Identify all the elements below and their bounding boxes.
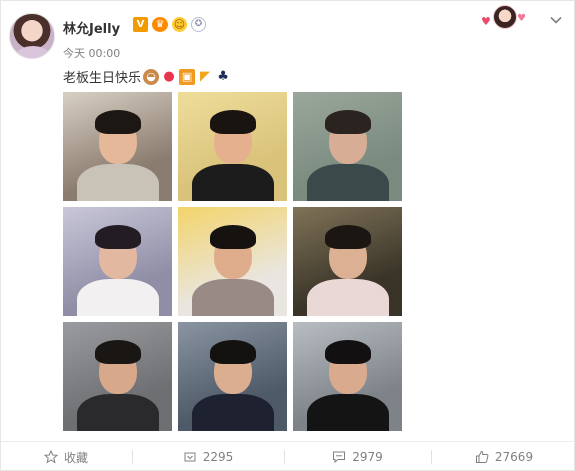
smile-icon[interactable]: ☺ [172, 17, 187, 32]
portrait-hair [95, 110, 141, 134]
repost-button[interactable]: 2295 [133, 442, 283, 471]
decoration-avatar [493, 5, 517, 29]
photo-6[interactable] [293, 207, 402, 316]
portrait-hair [325, 110, 371, 134]
favorite-button[interactable]: 收藏 [1, 442, 131, 471]
portrait-body [77, 164, 159, 201]
portrait-hair [95, 340, 141, 364]
photo-grid [63, 92, 402, 431]
post-text-body: 老板生日快乐 [63, 71, 142, 86]
portrait-hair [210, 225, 256, 249]
post-text: 老板生日快乐 ◒ ● ▣ ◤ ♣ [63, 67, 232, 86]
portrait-hair [210, 340, 256, 364]
user-avatar[interactable] [9, 13, 55, 59]
thumbs-up-icon [475, 450, 489, 463]
star-icon [43, 450, 58, 464]
photo-3[interactable] [293, 92, 402, 201]
comment-button[interactable]: 2979 [285, 442, 430, 471]
comment-count: 2979 [352, 450, 383, 464]
portrait-hair [210, 110, 256, 134]
portrait-body [192, 394, 274, 431]
portrait-body [77, 279, 159, 316]
chevron-down-icon[interactable] [547, 11, 565, 29]
photo-9[interactable] [293, 322, 402, 431]
photo-4[interactable] [63, 207, 172, 316]
like-button[interactable]: 27669 [432, 442, 575, 471]
post-timestamp[interactable]: 今天 00:00 [63, 45, 120, 61]
photo-1[interactable] [63, 92, 172, 201]
gift-icon: ▣ [179, 68, 196, 85]
portrait-hair [95, 225, 141, 249]
favorite-label: 收藏 [63, 450, 88, 465]
card-decoration: ♥ ♥ [479, 3, 531, 33]
portrait-hair [325, 340, 371, 364]
user-badges: V ♛ ☺ ✪ [133, 17, 206, 32]
portrait-body [192, 279, 274, 316]
balloon-icon: ● [161, 68, 178, 85]
cake-icon: ◒ [143, 68, 160, 85]
comment-icon [333, 451, 346, 464]
portrait-hair [325, 225, 371, 249]
party-horn-icon: ◤ [197, 68, 214, 85]
portrait-body [307, 164, 389, 201]
photo-2[interactable] [178, 92, 287, 201]
repost-icon [184, 452, 196, 462]
portrait-body [307, 394, 389, 431]
clover-icon: ♣ [215, 68, 232, 85]
photo-7[interactable] [63, 322, 172, 431]
heart-icon: ♥ [481, 15, 491, 28]
photo-8[interactable] [178, 322, 287, 431]
portrait-body [307, 279, 389, 316]
medal-icon[interactable]: ✪ [191, 17, 206, 32]
repost-count: 2295 [202, 450, 234, 464]
photo-5[interactable] [178, 207, 287, 316]
like-count: 27669 [494, 450, 534, 464]
weibo-post-card: 林允Jelly V ♛ ☺ ✪ 今天 00:00 ♥ ♥ 老板生日快乐 ◒ ● … [0, 0, 575, 471]
portrait-body [77, 394, 159, 431]
vip-level-icon[interactable]: ♛ [152, 17, 168, 32]
username-link[interactable]: 林允Jelly [63, 18, 120, 37]
heart-icon: ♥ [517, 13, 526, 24]
verified-v-icon[interactable]: V [133, 17, 148, 32]
portrait-body [192, 164, 274, 201]
